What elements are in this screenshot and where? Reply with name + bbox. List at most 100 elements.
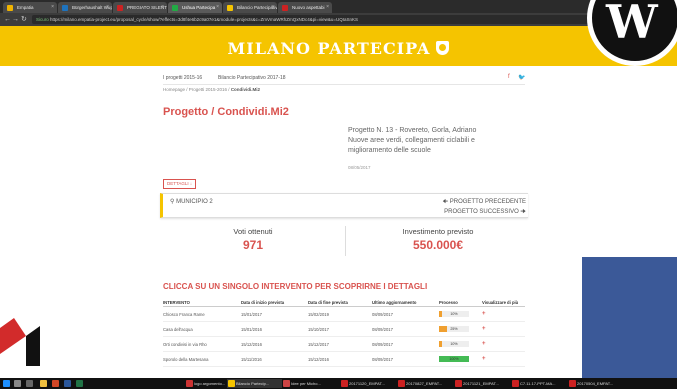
windows-taskbar: logo argomento... Bilancio Partecip... Ide… bbox=[0, 378, 677, 389]
task-view-icon[interactable] bbox=[26, 380, 33, 387]
browser-tab[interactable]: PREGIATO SILENT × bbox=[113, 2, 167, 13]
breadcrumb-path[interactable]: Homepage / Progetti 2015-2016 / bbox=[163, 87, 230, 92]
site-title[interactable]: MILANO PARTECIPA bbox=[0, 39, 677, 58]
progress-bar: 10% bbox=[439, 341, 469, 347]
previous-project-link[interactable]: 🠈 PROGETTO PRECEDENTE bbox=[443, 197, 526, 207]
municipio-label: ⚲ MUNICIPIO 2 bbox=[170, 198, 213, 205]
back-icon[interactable]: ← bbox=[4, 15, 11, 24]
progress-bar: 25% bbox=[439, 326, 469, 332]
app-icon bbox=[398, 380, 405, 387]
red-corner-decoration bbox=[0, 296, 40, 366]
app-icon bbox=[341, 380, 348, 387]
facebook-blue-overlay bbox=[582, 257, 677, 389]
investment-label: Investimento previsto bbox=[402, 227, 474, 236]
next-project-link[interactable]: PROGETTO SUCCESSIVO 🠊 bbox=[444, 207, 526, 217]
table-cell: 15/01/2017 bbox=[241, 306, 308, 322]
browser-address-bar: ← → ↻ Sicuro https://milano.empatia-proj… bbox=[0, 13, 677, 26]
tab-label: Nuovo aspettabi bbox=[292, 5, 325, 10]
url-text: https://milano.empatia-project.eu/propos… bbox=[50, 17, 358, 22]
forward-icon[interactable]: → bbox=[12, 15, 19, 24]
previous-project-text: PROGETTO PRECEDENTE bbox=[449, 199, 526, 205]
taskbar-item[interactable]: 20171120_EMPAT... bbox=[340, 379, 395, 388]
taskbar-item[interactable]: 20170504_EMPAT... bbox=[568, 379, 623, 388]
plus-icon[interactable]: + bbox=[482, 311, 486, 317]
taskbar-item-label: Bilancio Partecip... bbox=[236, 381, 270, 386]
next-project-text: PROGETTO SUCCESSIVO bbox=[444, 209, 519, 215]
table-cell: 15/12/2016 bbox=[241, 336, 308, 352]
file-explorer-icon[interactable] bbox=[40, 380, 47, 387]
url-field[interactable]: Sicuro https://milano.empatia-project.eu… bbox=[32, 15, 652, 24]
browser-tab[interactable]: Bürgerhaushalt Wuppertal× bbox=[58, 2, 112, 13]
table-cell: 15/10/2017 bbox=[308, 321, 372, 337]
browser-tab-bar: Empatia×Bürgerhaushalt Wuppertal×PREGIAT… bbox=[0, 0, 677, 13]
powerpoint-icon[interactable] bbox=[52, 380, 59, 387]
progress-label: 25% bbox=[450, 327, 458, 331]
taskbar-item[interactable]: C7.11.17-PPT-MA... bbox=[511, 379, 566, 388]
search-icon[interactable] bbox=[14, 380, 21, 387]
progress-cell: 10% bbox=[439, 336, 482, 352]
close-tab-icon[interactable]: × bbox=[216, 2, 219, 13]
table-cell: 08/09/2017 bbox=[372, 306, 439, 322]
browser-tab[interactable]: Empatia × bbox=[3, 2, 57, 13]
reload-icon[interactable]: ↻ bbox=[21, 15, 27, 24]
twitter-icon[interactable]: 🐦 bbox=[518, 74, 525, 81]
table-row[interactable]: Sporolo della Martesana 15/11/2016 15/12/2… bbox=[163, 351, 525, 367]
taskbar-item[interactable]: Idee per Micho... bbox=[282, 379, 337, 388]
municipio-box: ⚲ MUNICIPIO 2 🠈 PROGETTO PRECEDENTE PROG… bbox=[160, 193, 528, 218]
arrow-left-icon: 🠈 bbox=[442, 199, 449, 205]
nav-item-projects-2015[interactable]: I progetti 2015-16 bbox=[163, 75, 202, 81]
table-row[interactable]: Orti condivisi in via Rho 15/12/2016 15/12… bbox=[163, 336, 525, 352]
plus-icon[interactable]: + bbox=[482, 326, 486, 332]
project-info-line: miglioramento delle scuole bbox=[348, 147, 431, 154]
browser-tab[interactable]: Bilancio Partecipativo × bbox=[223, 2, 277, 13]
breadcrumb: Homepage / Progetti 2015-2016 / Condivid… bbox=[163, 87, 260, 92]
word-icon[interactable] bbox=[64, 380, 71, 387]
nav-item-budget-2017[interactable]: Bilancio Partecipativo 2017-18 bbox=[218, 75, 286, 81]
tab-favicon-icon bbox=[282, 5, 288, 11]
taskbar-item[interactable]: Bilancio Partecip... bbox=[227, 379, 282, 388]
table-header-row: INTERVENTO Data di inizio prevista Data … bbox=[163, 298, 525, 307]
progress-cell: 25% bbox=[439, 321, 482, 337]
taskbar-item-label: 20171121_EMPAT... bbox=[463, 381, 499, 386]
details-button[interactable]: DETTAGLI ↓ bbox=[163, 179, 197, 189]
column-header: Processo bbox=[439, 298, 482, 307]
taskbar-item-label: C7.11.17-PPT-MA... bbox=[520, 381, 556, 386]
close-tab-icon[interactable]: × bbox=[271, 2, 274, 13]
show-more-cell: + bbox=[482, 306, 525, 322]
column-header: Visualizzare di più bbox=[482, 298, 525, 307]
page-title: Progetto / Condividi.Mi2 bbox=[163, 106, 289, 118]
site-header: MILANO PARTECIPA bbox=[0, 26, 677, 66]
taskbar-item-label: logo argomento... bbox=[194, 381, 226, 386]
table-cell: 15/11/2016 bbox=[241, 351, 308, 367]
table-cell: Orti condivisi in via Rho bbox=[163, 336, 241, 352]
table-row[interactable]: Chiosco Franca Rame 15/01/2017 15/02/2019 0… bbox=[163, 306, 525, 322]
close-tab-icon[interactable]: × bbox=[106, 2, 109, 13]
location-pin-icon: ⚲ bbox=[170, 199, 175, 205]
project-info-line: Progetto N. 13 - Rovereto, Gorla, Adrian… bbox=[348, 127, 477, 134]
excel-icon[interactable] bbox=[76, 380, 83, 387]
close-tab-icon[interactable]: × bbox=[51, 2, 54, 13]
taskbar-item-label: 20170504_EMPAT... bbox=[577, 381, 614, 386]
taskbar-item-label: 20171120_EMPAT... bbox=[349, 381, 385, 386]
app-icon bbox=[228, 380, 235, 387]
table-row[interactable]: Casa dell'acqua 15/01/2016 15/10/2017 08/09… bbox=[163, 321, 525, 337]
progress-cell: 10% bbox=[439, 306, 482, 322]
app-icon bbox=[455, 380, 462, 387]
progress-label: 100% bbox=[449, 357, 459, 361]
table-cell: Chiosco Franca Rame bbox=[163, 306, 241, 322]
close-tab-icon[interactable]: × bbox=[326, 2, 329, 13]
taskbar-item[interactable]: 20170827_EMPAT... bbox=[397, 379, 452, 388]
progress-label: 10% bbox=[450, 342, 458, 346]
close-tab-icon[interactable]: × bbox=[161, 2, 164, 13]
plus-icon[interactable]: + bbox=[482, 341, 486, 347]
app-icon bbox=[186, 380, 193, 387]
project-date: 08/05/2017 bbox=[348, 165, 371, 170]
browser-tab[interactable]: Nuovo aspettabi × bbox=[278, 2, 332, 13]
browser-tab[interactable]: Ushua Partecipa × bbox=[168, 2, 222, 13]
facebook-icon[interactable]: f bbox=[508, 74, 510, 80]
column-header: Ultimo aggiornamento bbox=[372, 298, 439, 307]
windows-start-icon[interactable] bbox=[3, 380, 10, 387]
project-info: Progetto N. 13 - Rovereto, Gorla, Adrian… bbox=[348, 126, 523, 156]
taskbar-item[interactable]: 20171121_EMPAT... bbox=[454, 379, 509, 388]
plus-icon[interactable]: + bbox=[482, 356, 486, 362]
